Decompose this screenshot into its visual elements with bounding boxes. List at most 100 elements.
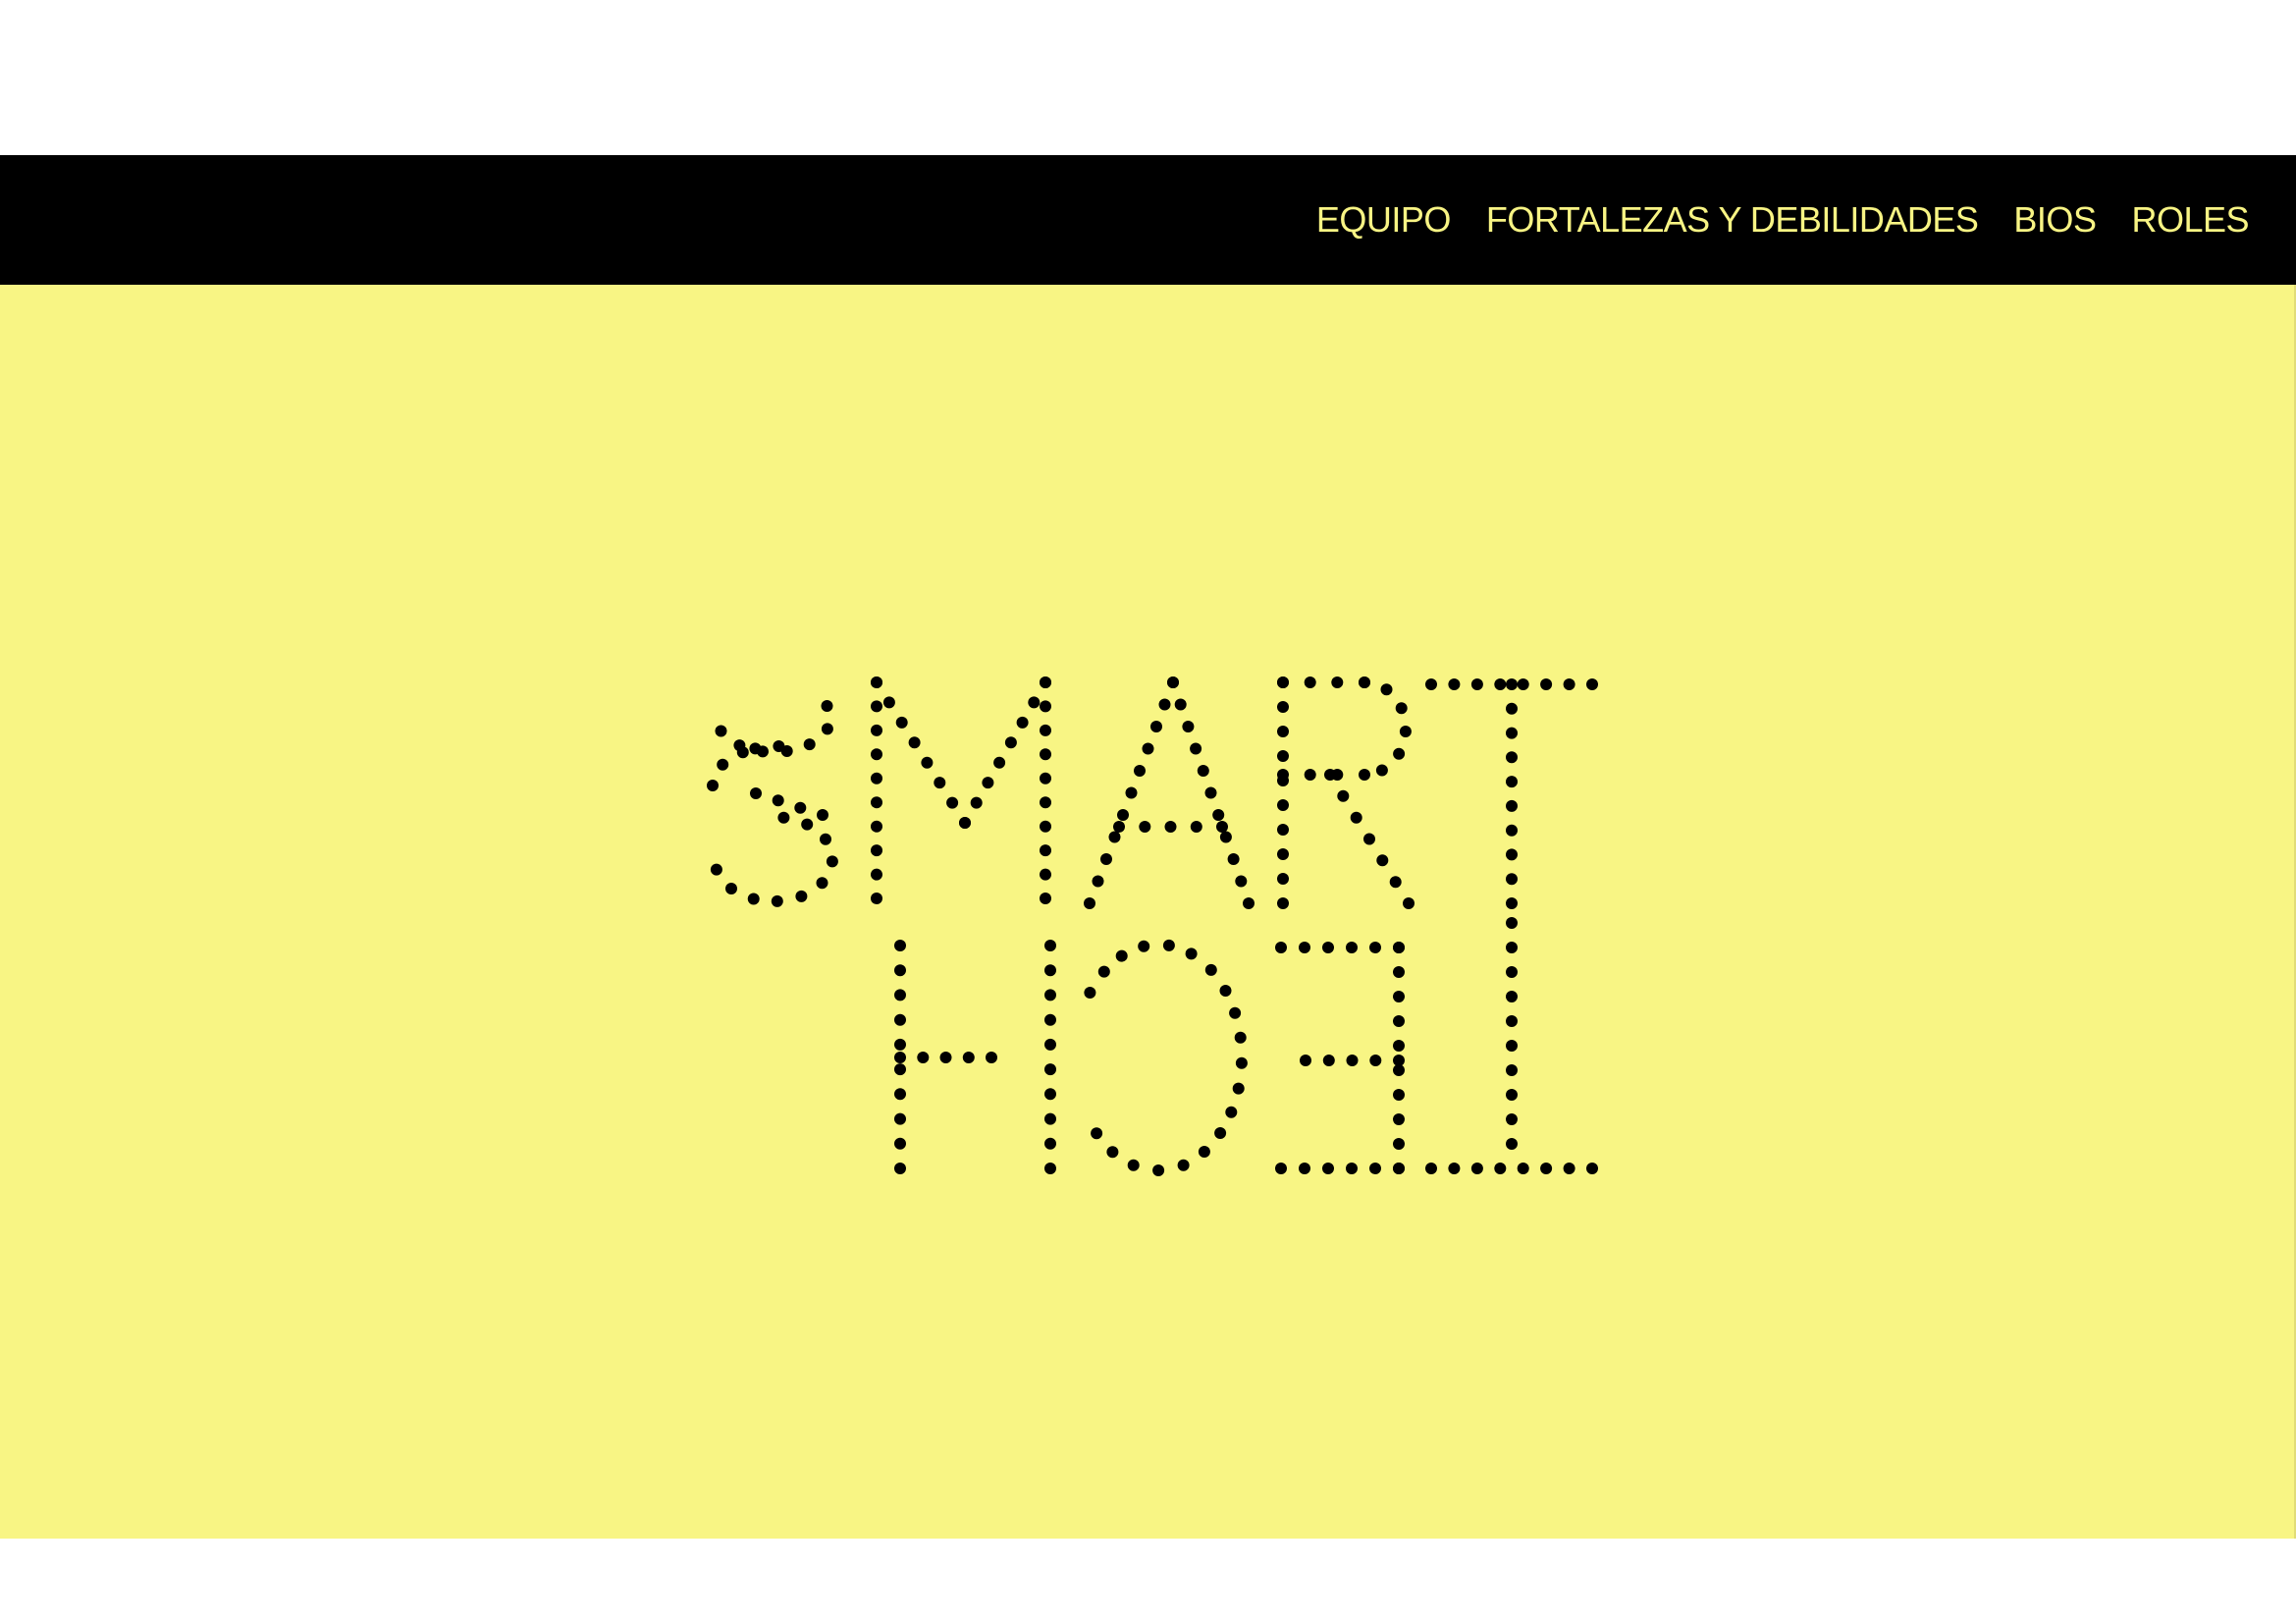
logo-dot [1375,764,1388,777]
logo-dot [1204,786,1217,799]
nav-item-bios[interactable]: BIOS [2013,199,2097,241]
logo-dot [1322,1163,1334,1174]
nav-item-fortalezas-y-debilidades[interactable]: FORTALEZAS Y DEBILIDADES [1486,199,1979,241]
logo-dot [771,894,783,907]
logo-dot [1084,897,1095,909]
nav-item-roles[interactable]: ROLES [2131,199,2249,241]
logo-dot [894,1088,906,1101]
logo-dot [959,817,971,829]
logo-dot [894,1163,906,1174]
logo-dot [1506,751,1518,764]
smart-tech-logo [707,677,1598,1176]
logo-dot [871,844,882,857]
logo-dot [1277,677,1289,688]
logo-dot [1108,831,1121,843]
logo-dot [1322,942,1334,953]
logo-dot [993,756,1006,769]
logo-dot [1004,736,1017,749]
logo-dot [1044,1137,1056,1150]
logo-dot [1185,947,1198,960]
logo-dot [1158,698,1171,711]
logo-dot [1092,875,1104,888]
logo-dot [1380,683,1393,696]
logo-dot [773,740,785,752]
logo-dot [1182,721,1195,732]
nav-menu: EQUIPO FORTALEZAS Y DEBILIDADES BIOS ROL… [1316,155,2250,285]
logo-dot [1097,965,1110,978]
logo-dot [1040,772,1051,785]
logo-dot [1044,989,1056,1001]
logo-dot [982,777,994,789]
logo-dot [1331,677,1344,688]
logo-dot [1275,942,1287,953]
logo-dot [1304,769,1316,781]
logo-dot [1219,985,1232,997]
logo-dot [1359,769,1370,781]
logo-dot [894,989,906,1001]
logo-dot [1517,1163,1529,1174]
logo-dot [1494,1163,1507,1174]
logo-dot [1393,1113,1405,1125]
logo-dot [1563,1163,1575,1174]
logo-dot [1369,1163,1381,1174]
logo-dot [1277,799,1289,811]
logo-dot [1393,942,1405,953]
logo-dot [749,742,762,755]
logo-dot [1506,1138,1518,1150]
logo-dot [1142,742,1154,755]
logo-dot [1350,811,1362,824]
logo-dot [1040,844,1051,857]
logo-dot [871,748,882,761]
logo-dot [725,883,737,894]
logo-dot [1040,677,1051,688]
logo-dot [1084,987,1096,999]
logo-dot [794,801,807,814]
logo-dot [1506,1040,1518,1052]
logo-dot [970,796,983,809]
logo-dot [1346,1163,1358,1174]
logo-dot [1125,786,1138,799]
logo-dot [707,780,719,791]
logo-dot [1277,848,1289,860]
logo-dot [1044,1063,1056,1076]
logo-dot [1393,1089,1405,1101]
logo-dot [1028,696,1041,709]
logo-dot [1506,917,1518,929]
logo-dot [894,1052,906,1063]
logo-dot [1219,831,1232,843]
logo-dot [1403,897,1415,909]
logo-dot [1277,701,1289,713]
logo-dot [1506,799,1518,812]
logo-dot [1393,1138,1405,1150]
logo-dot [1425,678,1437,690]
logo-dot [777,811,790,824]
logo-dot [1150,721,1162,732]
logo-dot [1198,1146,1210,1158]
logo-dot [917,1052,930,1063]
logo-dot [1277,769,1289,781]
logo-dot [1229,1006,1242,1019]
logo-dot [1586,1163,1598,1174]
logo-dot [921,756,934,769]
logo-dot [1304,677,1316,688]
nav-item-equipo[interactable]: EQUIPO [1316,199,1452,241]
logo-dot [1113,821,1125,833]
logo-dot [1369,1055,1382,1066]
logo-dot [946,796,959,809]
logo-dot [894,1038,906,1051]
logo-dot [871,893,882,904]
logo-dot [1138,940,1150,952]
logo-dot [1044,1038,1056,1051]
logo-dot [871,677,882,688]
logo-dot [1346,1055,1359,1066]
logo-dot [710,863,722,876]
logo-dot [1346,942,1358,953]
logo-dot [1506,1089,1518,1101]
logo-dot [1044,1163,1056,1174]
logo-dot [1204,963,1217,976]
logo-dot [1494,678,1507,690]
logo-dot [871,796,882,809]
logo-dot [1517,678,1529,690]
logo-dot [1369,942,1381,953]
logo-dot [772,794,784,807]
